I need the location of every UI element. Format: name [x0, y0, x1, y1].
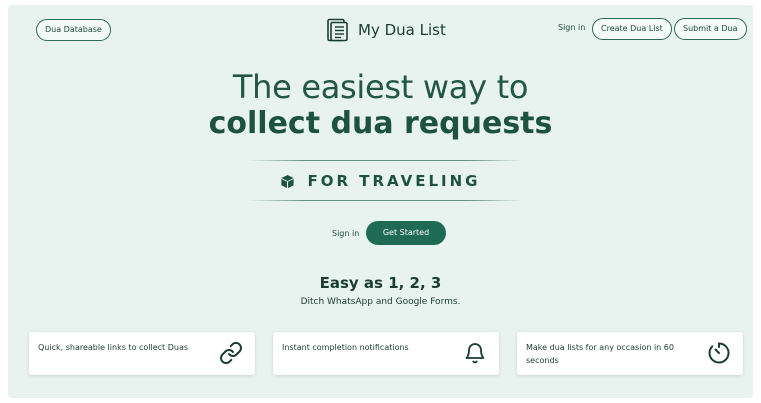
- divider: [248, 160, 523, 161]
- dua-database-button[interactable]: Dua Database: [36, 19, 111, 41]
- steps-subheading: Ditch WhatsApp and Google Forms.: [300, 297, 461, 307]
- feature-text: Instant completion notifications: [282, 343, 409, 352]
- occasion-badge: FOR TRAVELING: [8, 172, 753, 190]
- submit-dua-button[interactable]: Submit a Dua: [674, 18, 747, 40]
- feature-text: Quick, shareable links to collect Duas: [38, 343, 189, 352]
- feature-text: Make dua lists for any occasion in 60 se…: [526, 343, 674, 365]
- landing-page: Dua Database My Dua List Sign in Create …: [8, 5, 753, 398]
- hero-headline-bold: collect dua requests: [208, 106, 553, 141]
- timer-icon: [708, 342, 730, 364]
- link-icon: [220, 341, 242, 365]
- brand-logo[interactable]: My Dua List: [326, 17, 446, 43]
- create-dua-list-button[interactable]: Create Dua List: [592, 18, 672, 40]
- box-icon: [281, 174, 295, 188]
- feature-card-quick-lists: Make dua lists for any occasion in 60 se…: [517, 332, 743, 375]
- get-started-button[interactable]: Get Started: [366, 221, 446, 245]
- hero-headline: The easiest way to: [232, 68, 529, 106]
- steps-heading: Easy as 1, 2, 3: [319, 274, 442, 292]
- header-sign-in-link[interactable]: Sign in: [558, 23, 585, 32]
- feature-card-links: Quick, shareable links to collect Duas: [29, 332, 255, 375]
- feature-card-notifications: Instant completion notifications: [273, 332, 499, 375]
- occasion-text: FOR TRAVELING: [307, 172, 481, 190]
- checklist-icon: [327, 18, 348, 42]
- divider: [248, 200, 523, 201]
- brand-name: My Dua List: [358, 21, 446, 39]
- sign-in-link[interactable]: Sign in: [332, 229, 359, 238]
- bell-icon: [465, 343, 485, 364]
